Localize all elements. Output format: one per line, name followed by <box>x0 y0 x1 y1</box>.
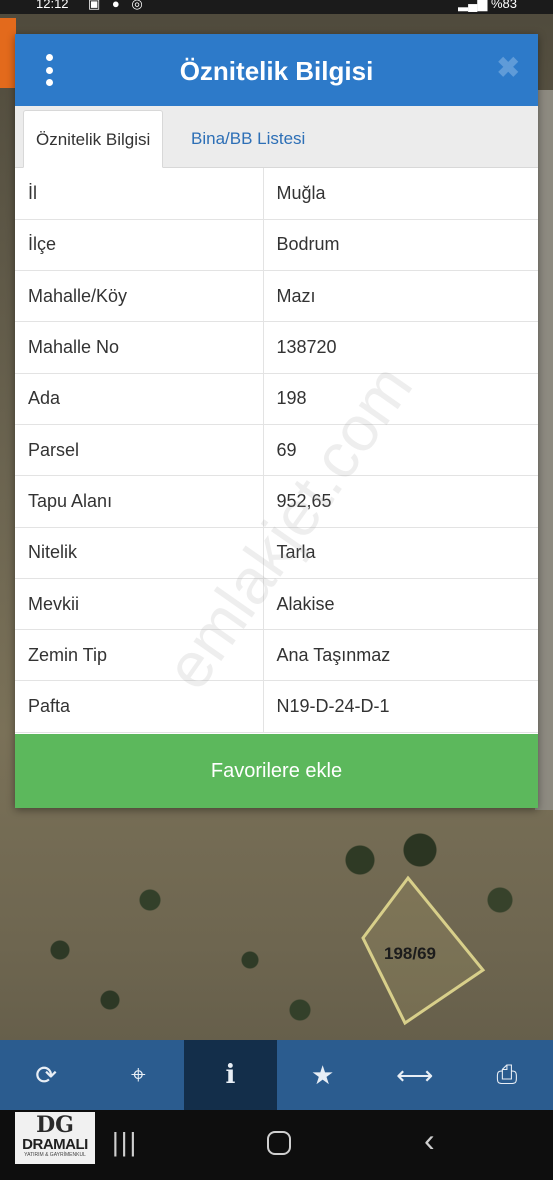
recent-apps-icon[interactable]: ||| <box>112 1127 138 1158</box>
status-bar: 12:12 ▣ ● ◎ ▂▄▆ %83 <box>0 0 553 14</box>
table-row: Tapu Alanı 952,65 <box>15 475 538 528</box>
table-row: Zemin Tip Ana Taşınmaz <box>15 629 538 682</box>
row-key: Ada <box>15 373 264 425</box>
status-battery: ▂▄▆ %83 <box>458 0 517 12</box>
row-value: Mazı <box>263 270 538 323</box>
company-logo: DG DRAMALI YATIRIM & GAYRİMENKUL <box>15 1112 95 1164</box>
logo-brand: DRAMALI <box>22 1136 88 1153</box>
row-key: Mahalle No <box>15 321 264 374</box>
battery-text: %83 <box>490 0 517 11</box>
table-row: İlçe Bodrum <box>15 219 538 272</box>
locate-icon[interactable]: ⌖ <box>92 1040 184 1110</box>
info-icon[interactable]: i <box>184 1040 277 1110</box>
table-row: İl Muğla <box>15 168 538 220</box>
measure-icon[interactable]: ⟷ <box>369 1040 461 1110</box>
table-row: Mahalle/Köy Mazı <box>15 270 538 323</box>
row-key: Mevkii <box>15 578 264 631</box>
row-value: 952,65 <box>263 475 538 528</box>
signal-icon: ▂▄▆ <box>458 0 491 11</box>
row-key: Pafta <box>15 680 264 733</box>
attribute-dialog: Öznitelik Bilgisi ✖ Öznitelik Bilgisi Bi… <box>15 34 538 808</box>
tab-building-list[interactable]: Bina/BB Listesi <box>179 110 317 168</box>
row-value: Tarla <box>263 527 538 579</box>
row-key: Mahalle/Köy <box>15 270 264 323</box>
row-value: Ana Taşınmaz <box>263 629 538 682</box>
row-value: N19-D-24-D-1 <box>263 680 538 733</box>
star-icon[interactable]: ★ <box>277 1040 369 1110</box>
table-row: Parsel 69 <box>15 424 538 477</box>
row-value: 138720 <box>263 321 538 374</box>
table-row: Ada 198 <box>15 373 538 425</box>
row-value: Alakise <box>263 578 538 631</box>
notification-icons: ▣ ● ◎ <box>88 0 147 11</box>
row-key: İl <box>15 168 264 220</box>
tab-attribute-info[interactable]: Öznitelik Bilgisi <box>23 110 164 168</box>
side-tab[interactable] <box>0 18 16 88</box>
home-icon[interactable] <box>267 1131 291 1155</box>
row-key: Tapu Alanı <box>15 475 264 528</box>
logo-tagline: YATIRIM & GAYRİMENKUL <box>24 1152 86 1158</box>
parcel-label: 198/69 <box>384 944 436 963</box>
row-value: Muğla <box>263 168 538 220</box>
row-key: Nitelik <box>15 527 264 579</box>
table-row: Mahalle No 138720 <box>15 321 538 374</box>
dialog-tabs: Öznitelik Bilgisi Bina/BB Listesi <box>15 106 538 168</box>
refresh-icon[interactable]: ⟳ <box>0 1040 92 1110</box>
table-row: Pafta N19-D-24-D-1 <box>15 680 538 733</box>
add-favorite-button[interactable]: Favorilere ekle <box>15 734 538 808</box>
bottom-toolbar: ⟳ ⌖ i ★ ⟷ ⎙ <box>0 1040 553 1110</box>
close-icon[interactable]: ✖ <box>497 52 520 84</box>
table-row: Mevkii Alakise <box>15 578 538 631</box>
logo-mark: DG <box>36 1112 74 1138</box>
row-value: Bodrum <box>263 219 538 272</box>
row-key: İlçe <box>15 219 264 272</box>
status-time: 12:12 <box>36 0 69 11</box>
row-key: Parsel <box>15 424 264 477</box>
row-value: 198 <box>263 373 538 425</box>
attribute-table: İl Muğla İlçe Bodrum Mahalle/Köy Mazı Mahal… <box>15 168 538 733</box>
dialog-header: Öznitelik Bilgisi ✖ <box>15 34 538 106</box>
table-row: Nitelik Tarla <box>15 527 538 579</box>
row-value: 69 <box>263 424 538 477</box>
dialog-title: Öznitelik Bilgisi <box>179 56 374 86</box>
row-key: Zemin Tip <box>15 629 264 682</box>
back-icon[interactable]: ‹ <box>424 1122 435 1159</box>
print-icon[interactable]: ⎙ <box>461 1040 553 1110</box>
